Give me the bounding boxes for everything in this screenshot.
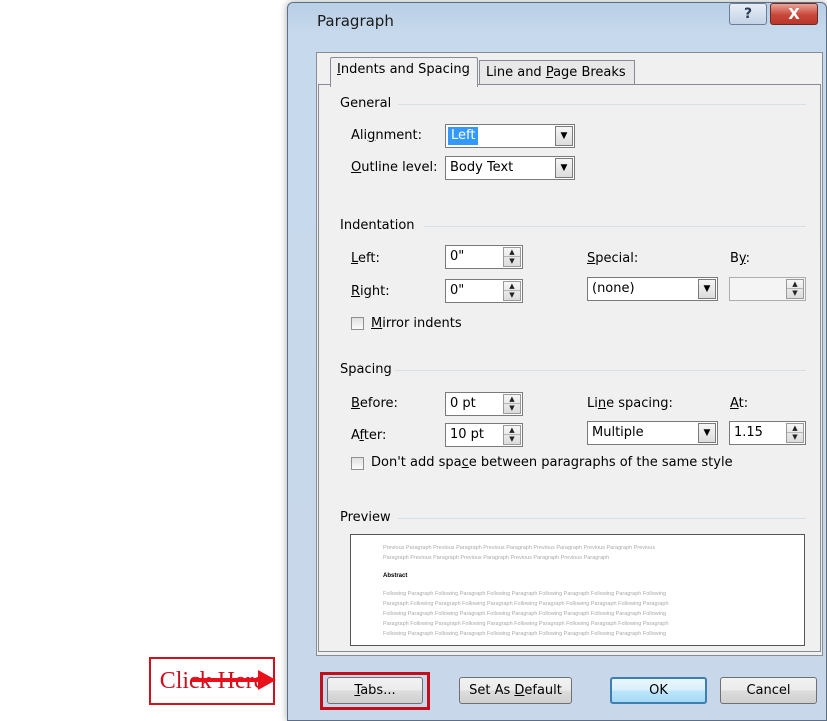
indent-right-label: Right: [351,284,390,299]
callout-arrow-shaft [192,678,262,682]
spin-up-icon[interactable]: ▲ [504,395,520,404]
chevron-down-icon[interactable]: ▼ [555,158,573,178]
divider [395,370,806,371]
close-button[interactable]: X [770,3,818,25]
by-spinner[interactable]: ▲ ▼ [729,277,806,301]
line-spacing-label: Line spacing: [587,396,673,411]
spin-down-icon[interactable]: ▼ [504,435,520,444]
special-label: Special: [587,251,639,266]
alignment-label: Alignment: [351,128,423,143]
at-label: At: [730,396,749,411]
outline-level-select[interactable]: Body Text ▼ [445,156,575,180]
mirror-indents-label[interactable]: Mirror indents [371,316,462,331]
section-spacing-heading: Spacing [340,362,392,377]
spacing-before-spinner[interactable]: 0 pt ▲ ▼ [445,392,523,416]
section-preview-heading: Preview [340,510,391,525]
spin-down-icon[interactable]: ▼ [787,289,803,298]
indent-right-spinner[interactable]: 0" ▲ ▼ [445,279,523,303]
tab-indents-and-spacing[interactable]: Indents and Spacing [330,57,478,87]
mirror-indents-checkbox[interactable] [351,317,364,330]
spin-down-icon[interactable]: ▼ [787,433,803,442]
ok-button[interactable]: OK [610,677,707,704]
preview-sample-text: Abstract [383,573,408,579]
spacing-after-label: After: [351,428,387,443]
section-general-heading: General [340,96,392,111]
spacing-before-label: Before: [351,396,398,411]
spin-down-icon[interactable]: ▼ [504,257,520,266]
spin-up-icon[interactable]: ▲ [504,426,520,435]
divider [398,104,806,105]
special-select[interactable]: (none) ▼ [587,277,718,301]
indent-left-spinner[interactable]: 0" ▲ ▼ [445,245,523,269]
line-spacing-select[interactable]: Multiple ▼ [587,421,718,445]
by-label: By: [730,251,751,266]
preview-following-line: Paragraph Following Paragraph Following … [383,601,669,607]
spacing-after-spinner[interactable]: 10 pt ▲ ▼ [445,423,523,447]
spin-down-icon[interactable]: ▼ [504,291,520,300]
tabs-button[interactable]: Tabs... [327,677,423,704]
alignment-select[interactable]: Left ▼ [445,124,575,148]
spin-up-icon[interactable]: ▲ [504,248,520,257]
divider [424,226,806,227]
chevron-down-icon[interactable]: ▼ [698,423,716,443]
spin-up-icon[interactable]: ▲ [787,424,803,433]
chevron-down-icon[interactable]: ▼ [698,279,716,299]
indent-left-label: Left: [351,251,380,266]
divider [398,518,806,519]
arrow-right-icon [258,670,276,690]
preview-following-line: Following Paragraph Following Paragraph … [383,631,667,637]
preview-following-line: Following Paragraph Following Paragraph … [383,591,667,597]
dont-add-space-label[interactable]: Don't add space between paragraphs of th… [371,455,733,470]
preview-following-line: Paragraph Following Paragraph Following … [383,621,669,627]
dont-add-space-checkbox[interactable] [351,457,364,470]
spin-up-icon[interactable]: ▲ [787,280,803,289]
preview-following-line: Following Paragraph Following Paragraph … [383,611,667,617]
cancel-button[interactable]: Cancel [720,677,817,704]
preview-previous-line: Paragraph Previous Paragraph Previous Pa… [383,555,610,561]
dialog-title: Paragraph [317,12,394,30]
at-spinner[interactable]: 1.15 ▲ ▼ [729,421,806,445]
help-button[interactable]: ? [729,3,767,25]
preview-box: Previous Paragraph Previous Paragraph Pr… [350,534,805,646]
preview-previous-line: Previous Paragraph Previous Paragraph Pr… [383,545,656,551]
set-as-default-button[interactable]: Set As Default [459,677,572,704]
spin-down-icon[interactable]: ▼ [504,404,520,413]
outline-level-label: Outline level: [351,160,438,175]
tab-line-and-page-breaks[interactable]: Line and Page Breaks [479,60,635,86]
spin-up-icon[interactable]: ▲ [504,282,520,291]
section-indentation-heading: Indentation [340,218,415,233]
chevron-down-icon[interactable]: ▼ [555,126,573,146]
